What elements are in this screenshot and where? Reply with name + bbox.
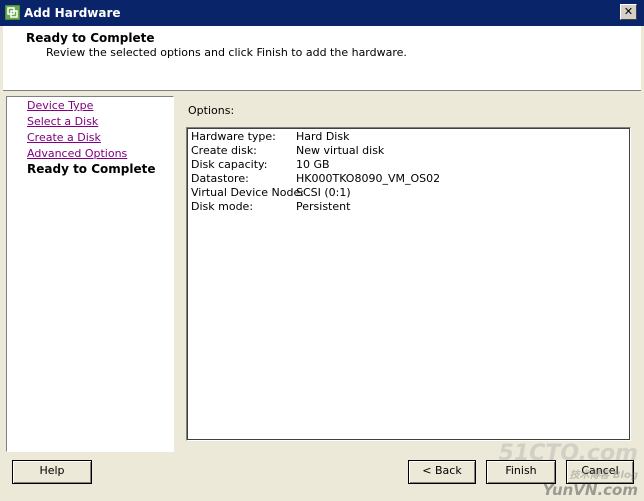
page-subtitle: Review the selected options and click Fi… [46, 46, 407, 59]
help-button[interactable]: Help [12, 460, 92, 484]
content-panel: Options: Hardware type: Hard Disk Create… [178, 96, 638, 452]
finish-button[interactable]: Finish [486, 460, 556, 484]
wizard-header: Ready to Complete Review the selected op… [3, 26, 641, 91]
wizard-steps-panel: Device Type Select a Disk Create a Disk … [6, 96, 174, 452]
option-key: Hardware type: [191, 130, 276, 143]
step-device-type[interactable]: Device Type [27, 99, 93, 112]
option-key: Create disk: [191, 144, 257, 157]
option-key: Disk capacity: [191, 158, 268, 171]
option-key: Disk mode: [191, 200, 254, 213]
close-icon: ✕ [623, 5, 634, 18]
options-summary-box[interactable]: Hardware type: Hard Disk Create disk: Ne… [186, 127, 631, 441]
option-value: Hard Disk [296, 130, 350, 143]
option-value: New virtual disk [296, 144, 385, 157]
step-create-disk[interactable]: Create a Disk [27, 131, 101, 144]
step-ready-to-complete: Ready to Complete [27, 162, 156, 176]
option-key: Datastore: [191, 172, 249, 185]
page-title: Ready to Complete [26, 31, 155, 45]
option-value: 10 GB [296, 158, 330, 171]
close-button[interactable]: ✕ [620, 4, 637, 20]
back-button[interactable]: < Back [408, 460, 476, 484]
option-key: Virtual Device Node: [191, 186, 304, 199]
window-title: Add Hardware [24, 6, 121, 20]
step-advanced-options[interactable]: Advanced Options [27, 147, 127, 160]
step-select-disk[interactable]: Select a Disk [27, 115, 98, 128]
vmware-logo-icon [5, 5, 20, 20]
option-value: HK000TKO8090_VM_OS02 [296, 172, 441, 185]
title-bar[interactable]: Add Hardware ✕ [0, 0, 644, 26]
option-value: Persistent [296, 200, 351, 213]
cancel-button[interactable]: Cancel [566, 460, 634, 484]
option-value: SCSI (0:1) [296, 186, 351, 199]
options-label: Options: [188, 104, 235, 117]
